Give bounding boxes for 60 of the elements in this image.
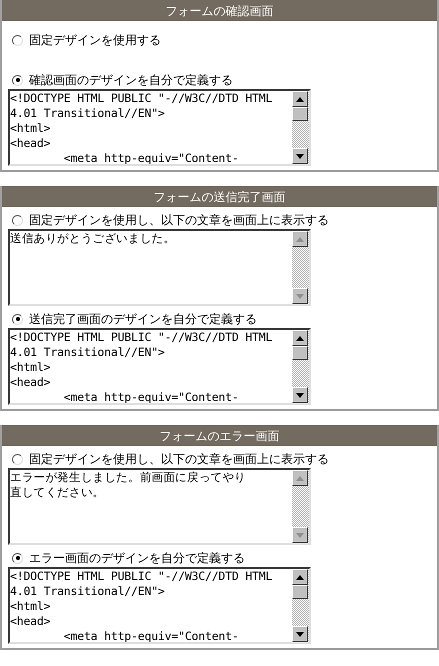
panel-header: フォームのエラー画面 <box>2 425 437 446</box>
down-arrow-icon <box>296 632 304 636</box>
scrollbar[interactable] <box>292 231 309 304</box>
text-line: <head> <box>10 614 52 629</box>
text-line: <!DOCTYPE HTML PUBLIC "-//W3C//DTD HTML <box>10 91 274 106</box>
text-line: 4.01 Transitional//EN"> <box>10 106 166 121</box>
up-arrow-icon <box>296 574 304 580</box>
down-arrow-icon <box>296 532 304 538</box>
text-line: 直してください。 <box>10 485 106 500</box>
scrollbar[interactable] <box>292 330 309 403</box>
text-line: 送信ありがとうございました。 <box>10 231 176 246</box>
text-line: 4.01 Transitional//EN"> <box>10 584 166 599</box>
up-arrow-icon <box>296 236 304 242</box>
radio-label: エラー画面のデザインを自分で定義する <box>29 550 245 567</box>
radio-button[interactable] <box>12 454 23 464</box>
text-line: <!DOCTYPE HTML PUBLIC "-//W3C//DTD HTML <box>10 569 274 584</box>
panel-header: フォームの送信完了画面 <box>2 186 437 207</box>
radio-label: 固定デザインを使用する <box>29 32 161 49</box>
text-line: <!DOCTYPE HTML PUBLIC "-//W3C//DTD HTML <box>10 330 274 345</box>
scroll-up-button[interactable] <box>292 330 308 346</box>
down-arrow-icon <box>296 294 304 298</box>
text-area[interactable]: エラーが発生しました。前画面に戻ってやり 直してください。 <box>8 468 311 545</box>
text-line: <html> <box>10 360 52 375</box>
scroll-down-button[interactable] <box>292 148 308 164</box>
radio-label: 固定デザインを使用し、以下の文章を画面上に表示する <box>29 212 329 229</box>
up-arrow-icon <box>296 336 304 340</box>
radio-button[interactable] <box>12 74 23 86</box>
text-line: 4.01 Transitional//EN"> <box>10 345 166 360</box>
scroll-down-button[interactable] <box>292 626 308 642</box>
scroll-thumb[interactable] <box>292 346 308 360</box>
text-line: <head> <box>10 375 52 390</box>
radio-button[interactable] <box>12 34 23 46</box>
scroll-thumb[interactable] <box>292 585 308 599</box>
radio-label: 確認画面のデザインを自分で定義する <box>29 72 233 89</box>
scroll-down-button[interactable] <box>292 288 308 304</box>
radio-label: 固定デザインを使用し、以下の文章を画面上に表示する <box>29 451 329 468</box>
radio-button[interactable] <box>12 214 23 226</box>
radio-button[interactable] <box>12 314 23 324</box>
text-area[interactable]: 送信ありがとうございました。 <box>8 229 311 306</box>
scroll-down-button[interactable] <box>292 527 308 543</box>
radio-label: 送信完了画面のデザインを自分で定義する <box>29 311 257 328</box>
scroll-thumb[interactable] <box>292 107 308 121</box>
down-arrow-icon <box>296 154 304 158</box>
text-line: <head> <box>10 136 52 151</box>
down-arrow-icon <box>296 392 304 398</box>
radio-button[interactable] <box>12 552 23 564</box>
scroll-up-button[interactable] <box>292 231 308 247</box>
panel-header: フォームの確認画面 <box>2 0 437 21</box>
scroll-up-button[interactable] <box>292 91 308 107</box>
text-line: <html> <box>10 599 52 614</box>
scrollbar[interactable] <box>292 91 309 164</box>
up-arrow-icon <box>296 96 304 102</box>
text-line: <html> <box>10 121 52 136</box>
text-line: エラーが発生しました。前画面に戻ってやり <box>10 470 248 485</box>
scroll-up-button[interactable] <box>292 470 308 486</box>
scrollbar[interactable] <box>292 470 309 543</box>
up-arrow-icon <box>296 476 304 480</box>
scroll-up-button[interactable] <box>292 569 308 585</box>
scrollbar[interactable] <box>292 569 309 642</box>
scroll-down-button[interactable] <box>292 387 308 403</box>
